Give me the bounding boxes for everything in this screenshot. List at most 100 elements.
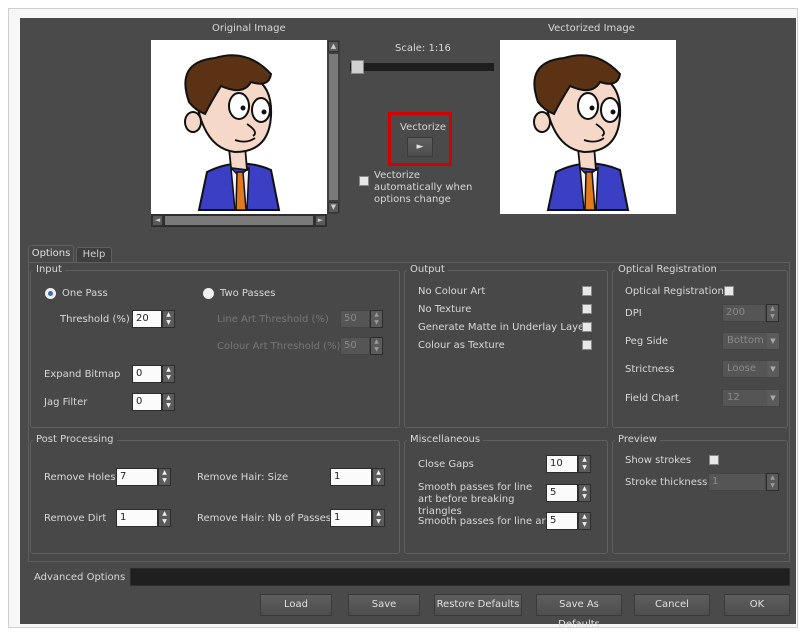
vectorization-dialog: Original Image Vectorized Image ▲ ▼ ◄ ► … <box>20 18 796 630</box>
spin-arrows-icon[interactable]: ▲ ▼ <box>162 310 175 328</box>
no-texture-checkbox[interactable] <box>582 304 592 314</box>
colour-art-threshold-spinbox[interactable]: 50 ▲ ▼ <box>340 337 384 355</box>
auto-vectorize-label: Vectorize automatically when options cha… <box>374 170 473 205</box>
smooth-before-spinbox[interactable]: 5 ▲ ▼ <box>546 484 592 502</box>
show-strokes-checkbox[interactable] <box>709 455 719 465</box>
tab-help[interactable]: Help <box>76 247 112 263</box>
smooth-field[interactable]: 5 <box>546 512 578 530</box>
one-pass-radio[interactable] <box>45 288 56 299</box>
remove-hair-size-spinbox[interactable]: 1 ▲ ▼ <box>330 468 386 486</box>
colour-art-threshold-field[interactable]: 50 <box>340 337 370 355</box>
restore-defaults-button[interactable]: Restore Defaults <box>434 594 522 616</box>
close-gaps-field[interactable]: 10 <box>546 455 578 473</box>
no-colour-art-checkbox[interactable] <box>582 286 592 296</box>
vectorized-image-viewer[interactable] <box>500 40 676 214</box>
colour-as-texture-checkbox[interactable] <box>582 340 592 350</box>
field-chart-select[interactable]: 12 ▼ <box>722 389 780 407</box>
line-art-threshold-field[interactable]: 50 <box>340 310 370 328</box>
remove-holes-label: Remove Holes <box>44 472 116 483</box>
spin-arrows-icon[interactable]: ▲ ▼ <box>578 484 591 502</box>
scale-label: Scale: 1:16 <box>395 43 451 54</box>
close-gaps-spinbox[interactable]: 10 ▲ ▼ <box>546 455 592 473</box>
remove-dirt-label: Remove Dirt <box>44 513 107 524</box>
strictness-select[interactable]: Loose ▼ <box>722 360 780 378</box>
optical-registration-group-title: Optical Registration <box>615 264 720 275</box>
spin-arrows-icon[interactable]: ▲ ▼ <box>370 310 383 328</box>
spin-arrows-icon[interactable]: ▲ ▼ <box>578 512 591 530</box>
chevron-down-icon[interactable]: ▼ <box>767 361 779 377</box>
dpi-spinbox[interactable]: 200 ▲ ▼ <box>722 304 780 322</box>
scale-slider-handle[interactable] <box>351 60 364 74</box>
spin-arrows-icon[interactable]: ▲ ▼ <box>370 337 383 355</box>
original-vertical-scrollbar[interactable]: ▲ ▼ <box>327 40 340 214</box>
jag-filter-spinbox[interactable]: 0 ▲ ▼ <box>132 393 176 411</box>
auto-vectorize-checkbox[interactable] <box>359 176 369 186</box>
remove-hair-size-label: Remove Hair: Size <box>197 472 289 483</box>
close-gaps-label: Close Gaps <box>418 459 474 470</box>
scale-slider-track[interactable] <box>350 63 494 71</box>
dpi-field[interactable]: 200 <box>722 304 766 322</box>
expand-bitmap-spinbox[interactable]: 0 ▲ ▼ <box>132 365 176 383</box>
post-processing-group-title: Post Processing <box>33 434 117 445</box>
vectorized-character-image <box>533 54 630 211</box>
remove-dirt-spinbox[interactable]: 1 ▲ ▼ <box>116 509 172 527</box>
expand-bitmap-label: Expand Bitmap <box>44 369 121 380</box>
stroke-thickness-spinbox[interactable]: 1 ▲ ▼ <box>708 473 780 491</box>
spin-arrows-icon[interactable]: ▲ ▼ <box>578 455 591 473</box>
remove-hair-passes-field[interactable]: 1 <box>330 509 372 527</box>
vectorize-button[interactable]: ► <box>407 137 433 157</box>
remove-holes-field[interactable]: 7 <box>116 468 158 486</box>
smooth-spinbox[interactable]: 5 ▲ ▼ <box>546 512 592 530</box>
jag-filter-label: Jag Filter <box>44 397 88 408</box>
original-image-viewer[interactable] <box>151 40 327 214</box>
one-pass-label: One Pass <box>62 288 108 299</box>
remove-hair-size-field[interactable]: 1 <box>330 468 372 486</box>
peg-side-select[interactable]: Bottom ▼ <box>722 332 780 350</box>
two-passes-label: Two Passes <box>220 288 276 299</box>
strictness-value: Loose <box>727 363 756 374</box>
remove-holes-spinbox[interactable]: 7 ▲ ▼ <box>116 468 172 486</box>
threshold-spinbox[interactable]: 20 ▲ ▼ <box>132 310 176 328</box>
scroll-thumb[interactable] <box>329 54 338 200</box>
strictness-label: Strictness <box>625 364 675 375</box>
generate-matte-checkbox[interactable] <box>582 322 592 332</box>
spin-arrows-icon[interactable]: ▲ ▼ <box>158 509 171 527</box>
original-horizontal-scrollbar[interactable]: ◄ ► <box>151 214 327 227</box>
expand-bitmap-field[interactable]: 0 <box>132 365 162 383</box>
spin-arrows-icon[interactable]: ▲ ▼ <box>158 468 171 486</box>
advanced-options-label: Advanced Options <box>34 572 126 583</box>
scroll-thumb-horizontal[interactable] <box>165 216 313 225</box>
optical-registration-checkbox[interactable] <box>724 286 734 296</box>
vectorize-label: Vectorize <box>400 122 447 133</box>
jag-filter-field[interactable]: 0 <box>132 393 162 411</box>
line-art-threshold-label: Line Art Threshold (%) <box>217 314 329 325</box>
line-art-threshold-spinbox[interactable]: 50 ▲ ▼ <box>340 310 384 328</box>
scroll-left-arrow-icon[interactable]: ◄ <box>152 215 163 226</box>
load-button[interactable]: Load <box>260 594 332 616</box>
scroll-down-arrow-icon[interactable]: ▼ <box>328 202 339 213</box>
spin-arrows-icon[interactable]: ▲ ▼ <box>162 393 175 411</box>
spin-arrows-icon[interactable]: ▲ ▼ <box>372 509 385 527</box>
scroll-up-arrow-icon[interactable]: ▲ <box>328 41 339 52</box>
threshold-field[interactable]: 20 <box>132 310 162 328</box>
stroke-thickness-field[interactable]: 1 <box>708 473 766 491</box>
spin-arrows-icon[interactable]: ▲ ▼ <box>766 304 779 322</box>
smooth-before-field[interactable]: 5 <box>546 484 578 502</box>
save-as-defaults-button[interactable]: Save As Defaults <box>536 594 622 630</box>
remove-dirt-field[interactable]: 1 <box>116 509 158 527</box>
remove-hair-passes-spinbox[interactable]: 1 ▲ ▼ <box>330 509 386 527</box>
save-button[interactable]: Save <box>348 594 420 616</box>
two-passes-radio[interactable] <box>203 288 214 299</box>
ok-button[interactable]: OK <box>724 594 790 616</box>
advanced-options-input[interactable] <box>130 568 790 586</box>
spin-arrows-icon[interactable]: ▲ ▼ <box>372 468 385 486</box>
scroll-right-arrow-icon[interactable]: ► <box>315 215 326 226</box>
spin-arrows-icon[interactable]: ▲ ▼ <box>162 365 175 383</box>
chevron-down-icon[interactable]: ▼ <box>767 390 779 406</box>
input-group-title: Input <box>33 264 65 275</box>
chevron-down-icon[interactable]: ▼ <box>767 333 779 349</box>
tab-options[interactable]: Options <box>28 245 74 263</box>
spin-arrows-icon[interactable]: ▲ ▼ <box>766 473 779 491</box>
colour-art-threshold-label: Colour Art Threshold (%) <box>217 341 341 352</box>
cancel-button[interactable]: Cancel <box>634 594 710 616</box>
